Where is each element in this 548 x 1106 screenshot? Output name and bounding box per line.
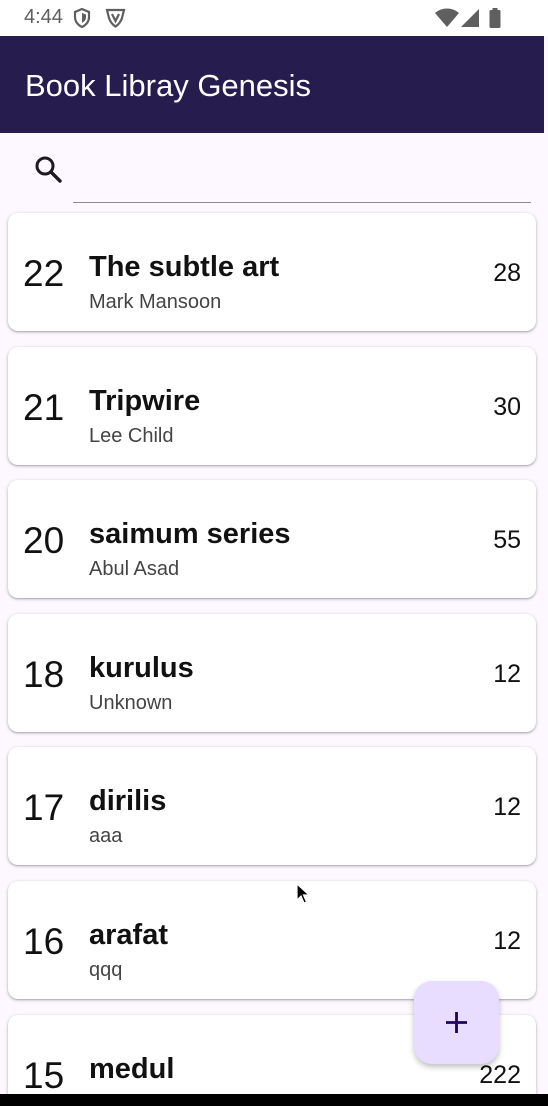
book-id: 16 <box>23 921 65 962</box>
plus-icon <box>446 1012 467 1033</box>
status-time: 4:44 <box>24 6 63 28</box>
book-pages: 222 <box>479 1061 521 1089</box>
app-bar: Book Libray Genesis <box>0 36 544 133</box>
book-title: medul <box>89 1053 175 1085</box>
book-pages: 12 <box>493 927 521 955</box>
book-card[interactable]: 18 kurulus Unknown 12 <box>8 614 536 732</box>
navigation-bar <box>0 1094 548 1106</box>
shield-icon <box>73 8 91 28</box>
book-pages: 28 <box>493 259 521 287</box>
book-card[interactable]: 22 The subtle art Mark Mansoon 28 <box>8 213 536 331</box>
book-card[interactable]: 17 dirilis aaa 12 <box>8 747 536 865</box>
signal-icon <box>461 9 479 27</box>
search-input[interactable] <box>73 148 531 203</box>
vpn-icon <box>105 8 126 28</box>
book-author: aaa <box>89 825 123 847</box>
book-title: Tripwire <box>89 385 201 417</box>
book-title: arafat <box>89 919 168 951</box>
book-title: kurulus <box>89 652 194 684</box>
book-title: saimum series <box>89 518 291 550</box>
book-author: Abul Asad <box>89 558 180 580</box>
book-author: qqq <box>89 959 123 981</box>
book-pages: 30 <box>493 393 521 421</box>
battery-icon <box>489 8 501 28</box>
search-icon[interactable] <box>33 154 63 184</box>
book-title: dirilis <box>89 785 167 817</box>
book-author: Unknown <box>89 692 173 714</box>
book-pages: 12 <box>493 793 521 821</box>
app-title: Book Libray Genesis <box>25 68 312 103</box>
book-author: Lee Child <box>89 425 174 447</box>
book-id: 15 <box>23 1055 65 1094</box>
wifi-icon <box>435 8 459 27</box>
book-card[interactable]: 20 saimum series Abul Asad 55 <box>8 480 536 598</box>
book-id: 18 <box>23 654 65 695</box>
book-id: 22 <box>23 253 65 294</box>
book-card[interactable]: 21 Tripwire Lee Child 30 <box>8 347 536 465</box>
book-id: 20 <box>23 520 65 561</box>
book-pages: 55 <box>493 526 521 554</box>
mouse-cursor-icon <box>296 883 310 904</box>
book-author: Mark Mansoon <box>89 291 222 313</box>
status-bar: 4:44 <box>0 0 548 36</box>
book-id: 17 <box>23 787 65 828</box>
book-title: The subtle art <box>89 251 280 283</box>
add-book-button[interactable] <box>414 981 499 1064</box>
book-pages: 12 <box>493 660 521 688</box>
book-id: 21 <box>23 387 65 428</box>
